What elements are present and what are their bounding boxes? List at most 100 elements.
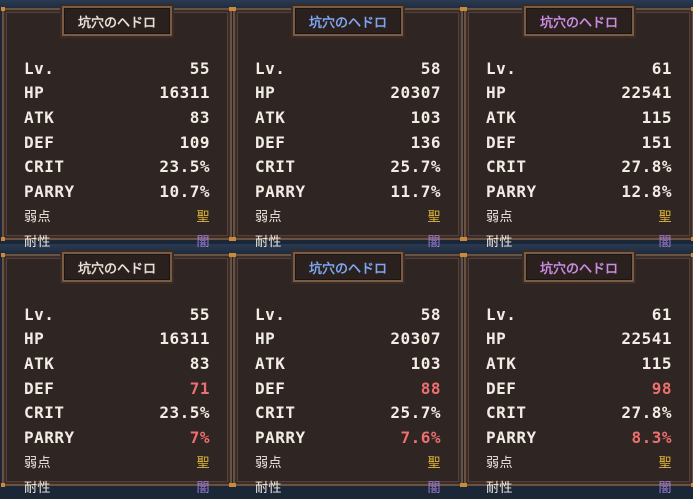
stats-table: Lv. 58 HP 20307 ATK 103 DEF 136 CRIT 25.7% PA… — [255, 56, 441, 253]
stat-label: DEF — [486, 378, 517, 398]
stats-table: Lv. 55 HP 16311 ATK 83 DEF 109 CRIT 23.5% PAR… — [24, 56, 210, 253]
stat-row-resistance: 耐性 闇 — [255, 228, 441, 253]
stat-label: DEF — [255, 378, 286, 398]
stat-label: 弱点 — [255, 456, 283, 472]
stat-row-def: DEF 151 — [486, 130, 672, 155]
stat-label: 弱点 — [255, 210, 283, 226]
stat-row-parry: PARRY 7% — [24, 425, 210, 450]
stat-row-crit: CRIT 27.8% — [486, 154, 672, 179]
stat-row-lv: Lv. 58 — [255, 302, 441, 327]
stat-value: 58 — [420, 304, 441, 324]
stat-row-atk: ATK 103 — [255, 105, 441, 130]
enemy-card: 坑穴のヘドロ Lv. 61 HP 22541 ATK 115 DEF 98 CRIT 27… — [463, 252, 693, 496]
stat-label: 耐性 — [24, 234, 52, 250]
enemy-name: 坑穴のヘドロ — [524, 252, 634, 282]
stat-row-weakness: 弱点 聖 — [24, 204, 210, 229]
stat-row-lv: Lv. 58 — [255, 56, 441, 81]
stat-label: ATK — [255, 107, 286, 127]
stat-row-parry: PARRY 8.3% — [486, 425, 672, 450]
stat-label: CRIT — [486, 403, 527, 423]
stat-value: 83 — [189, 353, 210, 373]
resistance-element: 闇 — [427, 480, 441, 496]
stat-label: 耐性 — [255, 480, 283, 496]
stat-row-atk: ATK 83 — [24, 105, 210, 130]
stat-row-hp: HP 16311 — [24, 81, 210, 106]
stat-value: 16311 — [159, 83, 210, 103]
stat-label: PARRY — [486, 427, 537, 447]
stat-label: 耐性 — [255, 234, 283, 250]
stat-value: 16311 — [159, 329, 210, 349]
stat-row-atk: ATK 115 — [486, 105, 672, 130]
stat-value: 61 — [651, 58, 672, 78]
stat-row-crit: CRIT 27.8% — [486, 400, 672, 425]
stat-value: 115 — [641, 107, 672, 127]
stat-label: Lv. — [486, 304, 517, 324]
stat-label: 弱点 — [24, 210, 52, 226]
stat-label: Lv. — [24, 58, 55, 78]
weakness-element: 聖 — [196, 210, 210, 226]
stat-label: CRIT — [255, 403, 296, 423]
stats-table: Lv. 61 HP 22541 ATK 115 DEF 151 CRIT 27.8% PA… — [486, 56, 672, 253]
stat-label: DEF — [486, 132, 517, 152]
stat-row-weakness: 弱点 聖 — [255, 204, 441, 229]
stat-value: 23.5% — [159, 403, 210, 423]
stat-value: 22541 — [621, 329, 672, 349]
weakness-element: 聖 — [196, 456, 210, 472]
stat-value: 7.6% — [400, 427, 441, 447]
stat-value: 115 — [641, 353, 672, 373]
stat-row-crit: CRIT 23.5% — [24, 154, 210, 179]
enemy-name: 坑穴のヘドロ — [524, 6, 634, 36]
stat-label: PARRY — [486, 181, 537, 201]
stat-row-lv: Lv. 61 — [486, 56, 672, 81]
stat-value: 12.8% — [621, 181, 672, 201]
stat-label: 弱点 — [486, 210, 514, 226]
stat-label: HP — [486, 329, 507, 349]
stat-value: 109 — [179, 132, 210, 152]
stat-row-resistance: 耐性 闇 — [255, 474, 441, 499]
stat-value: 7% — [189, 427, 210, 447]
stat-label: HP — [255, 83, 276, 103]
stat-value: 136 — [410, 132, 441, 152]
stat-label: CRIT — [486, 157, 527, 177]
enemy-card: 坑穴のヘドロ Lv. 55 HP 16311 ATK 83 DEF 109 CRIT 23… — [1, 6, 233, 250]
enemy-name: 坑穴のヘドロ — [293, 252, 403, 282]
stat-value: 27.8% — [621, 157, 672, 177]
stat-row-def: DEF 109 — [24, 130, 210, 155]
stat-label: DEF — [24, 132, 55, 152]
stat-value: 55 — [189, 58, 210, 78]
stat-row-def: DEF 88 — [255, 376, 441, 401]
resistance-element: 闇 — [196, 480, 210, 496]
stat-value: 103 — [410, 107, 441, 127]
resistance-element: 闇 — [658, 480, 672, 496]
stat-label: Lv. — [486, 58, 517, 78]
weakness-element: 聖 — [427, 210, 441, 226]
stat-row-hp: HP 16311 — [24, 327, 210, 352]
stat-label: 耐性 — [486, 234, 514, 250]
stat-row-resistance: 耐性 闇 — [486, 228, 672, 253]
resistance-element: 闇 — [196, 234, 210, 250]
enemy-name: 坑穴のヘドロ — [62, 252, 172, 282]
stat-row-parry: PARRY 7.6% — [255, 425, 441, 450]
stat-label: ATK — [486, 353, 517, 373]
stat-row-resistance: 耐性 闇 — [24, 474, 210, 499]
stat-label: ATK — [486, 107, 517, 127]
stat-row-weakness: 弱点 聖 — [24, 450, 210, 475]
stat-label: Lv. — [255, 58, 286, 78]
enemy-card: 坑穴のヘドロ Lv. 58 HP 20307 ATK 103 DEF 136 CRIT 2… — [232, 6, 464, 250]
enemy-card: 坑穴のヘドロ Lv. 61 HP 22541 ATK 115 DEF 151 CRIT 2… — [463, 6, 693, 250]
stat-label: ATK — [255, 353, 286, 373]
stat-label: HP — [24, 83, 45, 103]
stat-row-def: DEF 71 — [24, 376, 210, 401]
stat-label: PARRY — [255, 427, 306, 447]
stat-label: DEF — [255, 132, 286, 152]
stat-value: 27.8% — [621, 403, 672, 423]
resistance-element: 闇 — [658, 234, 672, 250]
stat-label: 耐性 — [24, 480, 52, 496]
stat-value: 98 — [651, 378, 672, 398]
stat-label: PARRY — [255, 181, 306, 201]
stat-label: HP — [255, 329, 276, 349]
weakness-element: 聖 — [658, 456, 672, 472]
stat-value: 20307 — [390, 83, 441, 103]
stat-row-parry: PARRY 10.7% — [24, 179, 210, 204]
stat-row-weakness: 弱点 聖 — [486, 450, 672, 475]
